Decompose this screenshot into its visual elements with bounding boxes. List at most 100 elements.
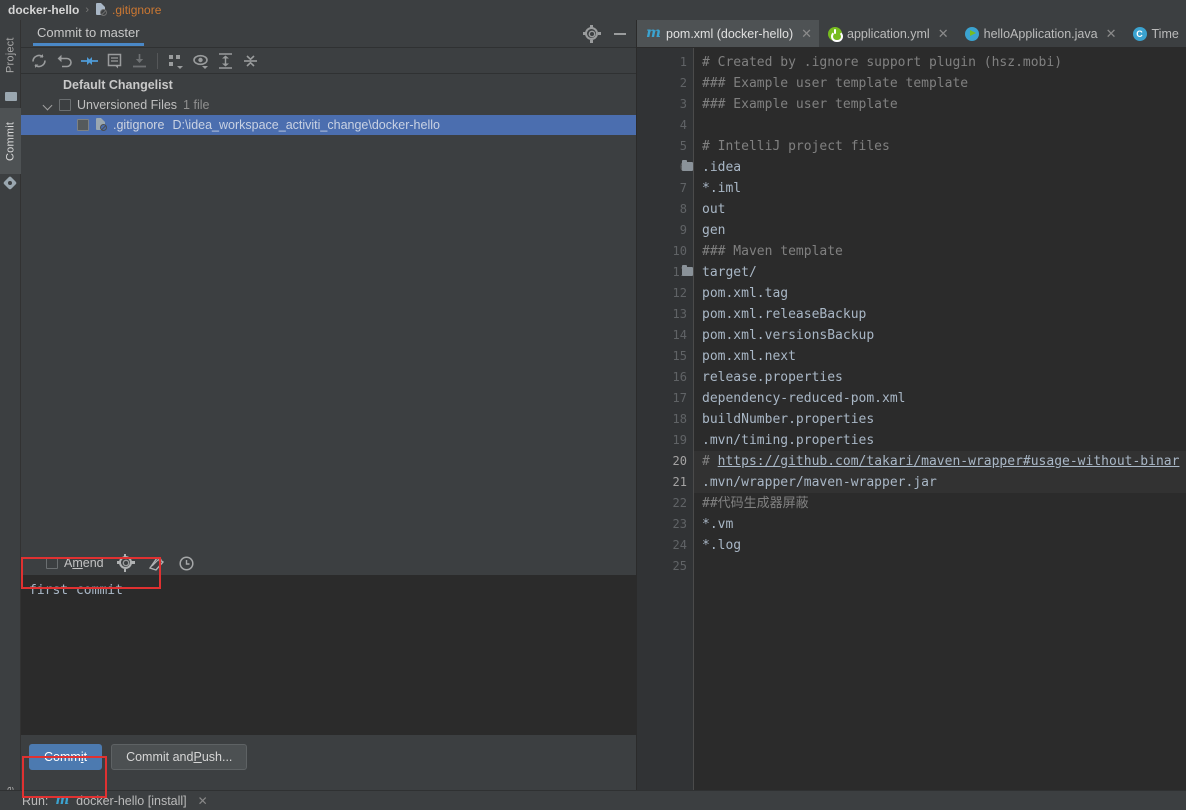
editor-area: m pom.xml (docker-hello) ✕ application.y… bbox=[637, 20, 1186, 810]
commit-history-button[interactable] bbox=[178, 555, 194, 571]
line-number: 10 bbox=[672, 244, 687, 258]
line-number: 11 bbox=[637, 262, 693, 283]
code-line: ### Maven template bbox=[702, 244, 843, 259]
line-number: 1 bbox=[679, 55, 687, 69]
code-line: *.iml bbox=[702, 181, 742, 196]
left-tool-strip: Project Commit ucture bbox=[0, 20, 21, 810]
commit-toolbar bbox=[21, 48, 636, 74]
changelist-node[interactable]: Default Changelist bbox=[21, 75, 636, 95]
code-line: target/ bbox=[702, 265, 757, 280]
code-line: buildNumber.properties bbox=[702, 412, 875, 427]
line-number-gutter[interactable]: 1234567891011121314151617181920212223242… bbox=[637, 48, 694, 810]
line-number: 16 bbox=[672, 370, 687, 384]
tab-hello-application-java[interactable]: helloApplication.java ✕ bbox=[956, 20, 1124, 47]
spring-icon bbox=[828, 26, 843, 42]
line-number: 23 bbox=[672, 517, 687, 531]
sidebar-item-project[interactable]: Project bbox=[0, 24, 21, 86]
folder-fold-icon[interactable] bbox=[682, 265, 693, 276]
line-number: 4 bbox=[679, 118, 687, 132]
line-number: 19 bbox=[672, 433, 687, 447]
run-config-name[interactable]: docker-hello [install] bbox=[76, 794, 186, 808]
code-content[interactable]: # Created by .ignore support plugin (hsz… bbox=[694, 48, 1186, 810]
java-run-icon bbox=[964, 26, 979, 41]
close-icon[interactable]: ✕ bbox=[938, 27, 949, 40]
author-icon bbox=[148, 557, 164, 571]
code-line: .idea bbox=[702, 160, 742, 175]
unversioned-files-label: Unversioned Files bbox=[77, 98, 178, 112]
breadcrumb-file[interactable]: .gitignore bbox=[112, 3, 161, 17]
changes-tree[interactable]: Default Changelist Unversioned Files 1 f… bbox=[21, 75, 636, 555]
unversioned-files-checkbox[interactable] bbox=[59, 99, 71, 111]
commit-button[interactable]: Comm i t bbox=[29, 744, 103, 770]
tab-label: application.yml bbox=[847, 26, 930, 41]
line-number: 2 bbox=[679, 76, 687, 90]
undo-arrow-icon bbox=[57, 54, 72, 67]
file-checkbox[interactable] bbox=[77, 119, 89, 131]
url-link[interactable]: https://github.com/takari/maven-wrapper#… bbox=[718, 454, 1180, 469]
commit-author-button[interactable] bbox=[148, 555, 164, 571]
show-diff-preview-button[interactable] bbox=[102, 49, 127, 73]
commit-and-push-button[interactable]: Commit and Push... bbox=[111, 744, 248, 770]
minus-icon bbox=[614, 33, 626, 35]
code-line: out bbox=[702, 202, 726, 217]
line-number: 20 bbox=[672, 454, 687, 468]
idea-window: docker-hello › .gitignore Project Commit… bbox=[0, 0, 1186, 810]
tab-time[interactable]: C Time bbox=[1124, 20, 1186, 47]
file-path: D:\idea_workspace_activiti_change\docker… bbox=[172, 118, 440, 132]
update-button[interactable] bbox=[127, 49, 152, 73]
line-number: 6 bbox=[637, 157, 693, 178]
refresh-icon bbox=[32, 53, 46, 68]
tab-application-yml[interactable]: application.yml ✕ bbox=[819, 20, 956, 47]
amend-row: Amend bbox=[21, 551, 637, 575]
commit-message-input[interactable]: first commit bbox=[21, 575, 637, 735]
unversioned-files-count: 1 file bbox=[183, 98, 210, 112]
java-class-icon: C bbox=[1132, 26, 1147, 41]
close-icon[interactable]: ✕ bbox=[1106, 27, 1117, 40]
line-number: 21 bbox=[672, 475, 687, 489]
gear-icon bbox=[118, 556, 132, 569]
collapse-all-button[interactable] bbox=[238, 49, 263, 73]
line-number: 15 bbox=[672, 349, 687, 363]
chevron-down-icon[interactable] bbox=[43, 99, 55, 111]
editor-tab-bar: m pom.xml (docker-hello) ✕ application.y… bbox=[637, 20, 1186, 48]
amend-checkbox[interactable] bbox=[46, 557, 58, 569]
rollback-button[interactable] bbox=[52, 49, 77, 73]
line-number: 12 bbox=[672, 286, 687, 300]
line-number: 22 bbox=[672, 496, 687, 510]
tab-label: helloApplication.java bbox=[983, 26, 1098, 41]
code-line: ### Example user template bbox=[702, 97, 898, 112]
settings-gear-button[interactable] bbox=[583, 25, 601, 43]
commit-actions: Comm i t Commit and Push... bbox=[21, 742, 637, 772]
code-editor[interactable]: 1234567891011121314151617181920212223242… bbox=[637, 48, 1186, 810]
commit-window-header: Commit to master bbox=[21, 20, 636, 48]
diff-button[interactable] bbox=[77, 49, 102, 73]
tab-pom-xml[interactable]: m pom.xml (docker-hello) ✕ bbox=[637, 20, 820, 47]
unversioned-files-node[interactable]: Unversioned Files 1 file bbox=[21, 95, 636, 115]
compare-arrows-icon bbox=[81, 56, 98, 65]
refresh-button[interactable] bbox=[27, 49, 52, 73]
code-line: dependency-reduced-pom.xml bbox=[702, 391, 906, 406]
code-line: pom.xml.tag bbox=[702, 286, 789, 301]
gear-icon bbox=[585, 27, 598, 40]
table-row[interactable]: .gitignore D:\idea_workspace_activiti_ch… bbox=[21, 115, 636, 135]
folder-fold-icon[interactable] bbox=[682, 160, 693, 171]
sidebar-item-commit[interactable]: Commit bbox=[0, 108, 21, 174]
close-icon[interactable]: ✕ bbox=[198, 794, 208, 808]
preview-eye-button[interactable] bbox=[188, 49, 213, 73]
group-by-squares-icon bbox=[169, 54, 183, 69]
minimize-button[interactable] bbox=[612, 26, 628, 42]
close-icon[interactable]: ✕ bbox=[801, 27, 812, 40]
breadcrumb-project[interactable]: docker-hello bbox=[8, 3, 79, 17]
line-number: 17 bbox=[672, 391, 687, 405]
group-by-button[interactable] bbox=[163, 49, 188, 73]
code-line: release.properties bbox=[702, 370, 843, 385]
sidebar-item-label: Project bbox=[4, 37, 17, 73]
tab-label: Time bbox=[1151, 26, 1179, 41]
tab-commit-to-master[interactable]: Commit to master bbox=[33, 21, 144, 46]
code-line: pom.xml.releaseBackup bbox=[702, 307, 867, 322]
document-lines-icon bbox=[107, 53, 122, 68]
breadcrumb-separator: › bbox=[85, 4, 90, 16]
commit-options-gear-button[interactable] bbox=[116, 554, 135, 572]
expand-all-button[interactable] bbox=[213, 49, 238, 73]
